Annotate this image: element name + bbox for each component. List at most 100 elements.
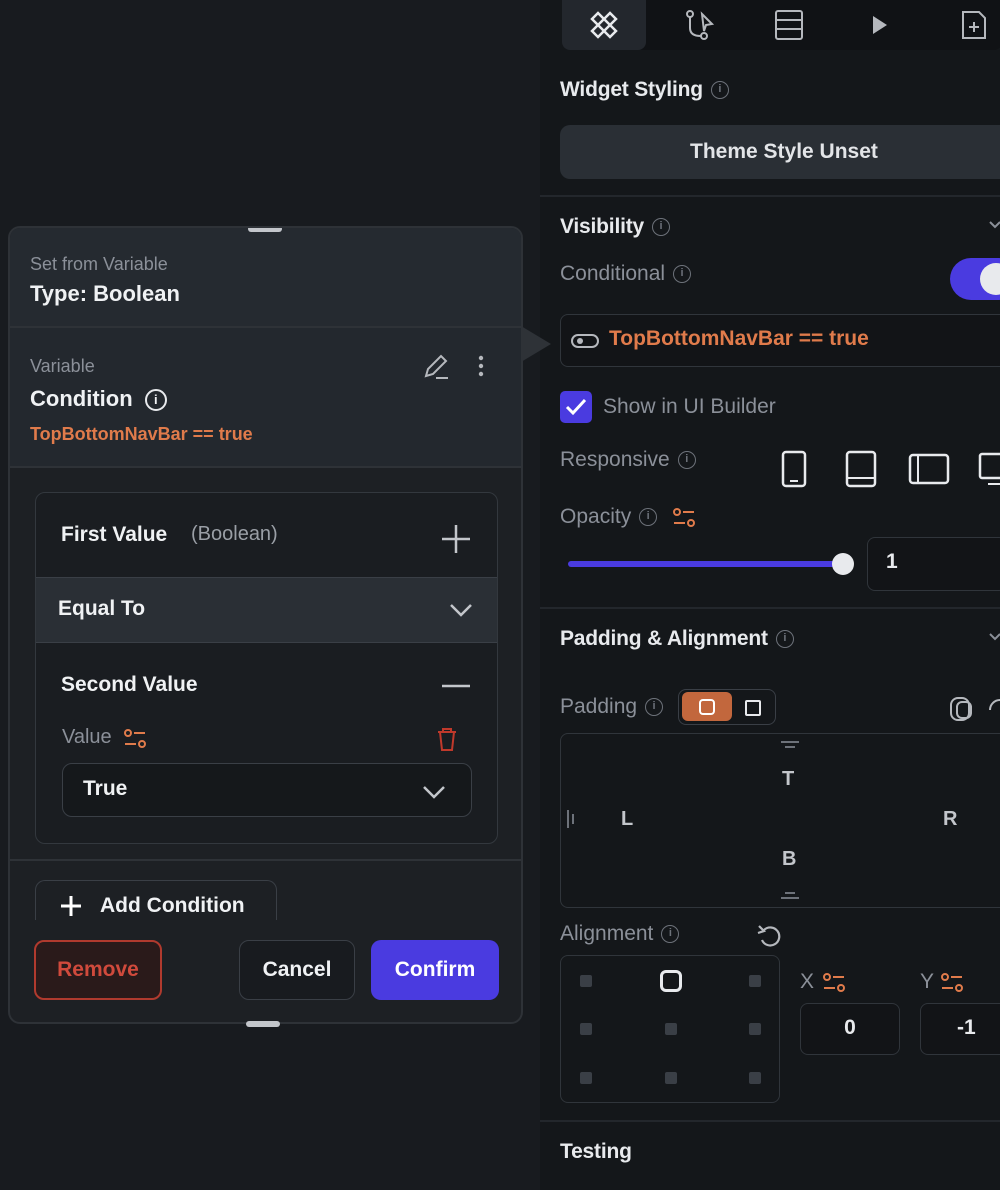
plus-icon[interactable]: [440, 523, 472, 555]
padding-bottom-value[interactable]: B: [782, 848, 796, 871]
desktop-icon[interactable]: [978, 450, 1000, 490]
align-top-left[interactable]: [580, 975, 592, 987]
add-condition-button[interactable]: Add Condition: [35, 880, 277, 920]
info-icon[interactable]: i: [661, 925, 680, 944]
align-center-left[interactable]: [580, 1023, 592, 1035]
second-value-label: Second Value: [61, 673, 198, 696]
variable-label: Variable: [30, 356, 95, 376]
align-y-input[interactable]: -1: [920, 1003, 1000, 1055]
divider: [540, 607, 1000, 609]
show-in-ui-builder-checkbox[interactable]: [560, 391, 592, 423]
variable-binding-icon[interactable]: [940, 971, 964, 995]
dialog-subtitle: Set from Variable: [30, 254, 168, 274]
align-x-input[interactable]: 0: [800, 1003, 900, 1055]
visibility-title: Visibility i: [560, 215, 670, 239]
align-y-label: Y: [920, 970, 935, 993]
reset-alignment-icon[interactable]: [756, 922, 784, 950]
dialog-header: Set from Variable Type: Boolean: [10, 228, 521, 328]
play-icon: [873, 16, 887, 34]
align-center-right[interactable]: [749, 1023, 761, 1035]
info-icon[interactable]: i: [645, 698, 664, 717]
divider: [540, 195, 1000, 197]
align-center[interactable]: [665, 1023, 677, 1035]
tab-documentation[interactable]: [932, 0, 1000, 50]
opacity-input[interactable]: 1: [867, 537, 1000, 591]
padding-left-handle[interactable]: [565, 808, 577, 830]
operator-dropdown[interactable]: Equal To: [36, 577, 497, 643]
info-icon[interactable]: i: [710, 81, 729, 100]
divider: [10, 859, 521, 861]
align-bottom-center[interactable]: [665, 1072, 677, 1084]
toggle-variable-icon: [571, 334, 599, 348]
resize-handle-bottom[interactable]: [246, 1021, 280, 1027]
padding-uniform-button[interactable]: [682, 692, 732, 721]
conditional-toggle[interactable]: [950, 258, 1000, 300]
variable-binding-icon[interactable]: [123, 727, 147, 751]
opacity-slider-handle[interactable]: [832, 553, 854, 575]
padding-label: Padding i: [560, 695, 664, 719]
info-icon[interactable]: i: [677, 451, 696, 470]
tab-backend[interactable]: [747, 0, 831, 50]
variable-binding-icon[interactable]: [822, 971, 846, 995]
divider: [540, 1120, 1000, 1122]
info-icon[interactable]: i: [639, 508, 658, 527]
align-top-center-selected[interactable]: [660, 970, 682, 992]
align-bottom-left[interactable]: [580, 1072, 592, 1084]
operator-value: Equal To: [58, 597, 146, 620]
alignment-grid: [560, 955, 780, 1103]
properties-panel: Widget Styling i Theme Style Unset Visibi…: [540, 0, 1000, 1190]
chevron-down-icon[interactable]: [988, 218, 1000, 232]
minus-icon[interactable]: [440, 683, 472, 689]
trash-icon[interactable]: [436, 727, 458, 753]
align-top-right[interactable]: [749, 975, 761, 987]
first-value-type: (Boolean): [191, 523, 278, 545]
properties-icon: [590, 11, 618, 39]
resize-handle-top[interactable]: [248, 228, 282, 232]
value-dropdown[interactable]: True: [62, 763, 472, 817]
align-bottom-right[interactable]: [749, 1072, 761, 1084]
chevron-down-icon[interactable]: [988, 630, 1000, 644]
padding-editor: T L R B: [560, 733, 1000, 908]
tablet-icon[interactable]: [844, 450, 878, 490]
padding-top-value[interactable]: T: [782, 768, 794, 791]
visibility-condition-field[interactable]: TopBottomNavBar == true: [560, 314, 1000, 367]
padding-mode-toggle: [678, 689, 776, 725]
tab-actions[interactable]: [657, 0, 741, 50]
copy-icon[interactable]: [948, 694, 976, 724]
responsive-label: Responsive i: [560, 448, 696, 472]
chevron-down-icon: [450, 604, 472, 617]
testing-title[interactable]: Testing: [560, 1140, 632, 1164]
phone-icon[interactable]: [780, 450, 808, 490]
confirm-button[interactable]: Confirm: [371, 940, 499, 1000]
more-vertical-icon[interactable]: [476, 354, 486, 380]
widget-styling-title: Widget Styling i: [560, 78, 729, 102]
value-label: Value: [62, 726, 112, 748]
padding-bottom-handle[interactable]: [779, 890, 801, 902]
condition-expression: TopBottomNavBar == true: [30, 424, 253, 444]
padding-top-handle[interactable]: [779, 739, 801, 751]
variable-binding-icon[interactable]: [672, 506, 696, 530]
theme-style-button[interactable]: Theme Style Unset: [560, 125, 1000, 179]
padding-left-value[interactable]: L: [621, 808, 633, 831]
database-icon: [775, 10, 803, 40]
info-icon[interactable]: i: [144, 389, 167, 412]
edit-pencil-icon[interactable]: [422, 352, 450, 380]
reset-icon[interactable]: [986, 694, 1000, 724]
tab-preview[interactable]: [837, 0, 921, 50]
info-icon[interactable]: i: [651, 218, 670, 237]
popup-pointer: [521, 326, 551, 362]
dialog-type: Type: Boolean: [30, 281, 180, 306]
padding-right-value[interactable]: R: [943, 808, 957, 831]
tablet-landscape-icon[interactable]: [908, 452, 952, 488]
cancel-button[interactable]: Cancel: [239, 940, 355, 1000]
padding-individual-icon[interactable]: [743, 698, 763, 718]
padding-alignment-title: Padding & Alignment i: [560, 627, 794, 651]
info-icon[interactable]: i: [775, 630, 794, 649]
tab-properties[interactable]: [562, 0, 646, 50]
remove-button[interactable]: Remove: [34, 940, 162, 1000]
info-icon[interactable]: i: [673, 265, 692, 284]
condition-title: Condition i: [30, 386, 167, 412]
opacity-slider-track[interactable]: [568, 561, 844, 567]
panel-tab-bar: [562, 0, 1000, 50]
chevron-down-icon: [423, 786, 445, 799]
